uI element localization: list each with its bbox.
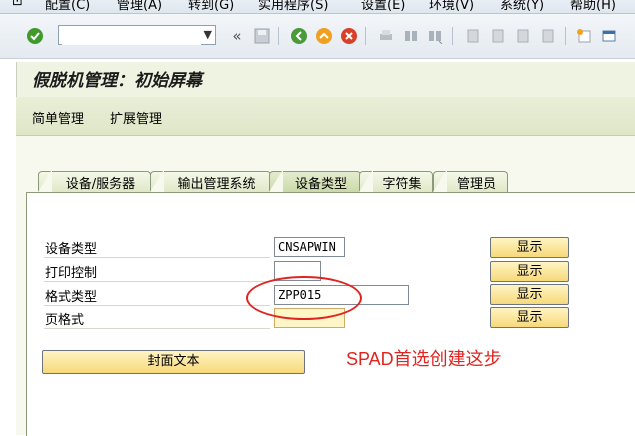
tab-label: 设备类型: [294, 176, 347, 192]
toolbar-separator: [452, 27, 453, 45]
format-type-label: 格式类型: [45, 290, 98, 305]
tab-label: 字符集: [382, 176, 422, 192]
menu-item-help[interactable]: 帮助(H): [570, 0, 616, 13]
simple-admin-button[interactable]: 简单管理: [32, 108, 84, 127]
row-divider: [44, 305, 270, 306]
show-print-control-button[interactable]: 显示: [490, 261, 569, 282]
last-page-icon[interactable]: [537, 25, 559, 47]
shortcut-icon[interactable]: [598, 25, 620, 47]
tab-character-set[interactable]: 字符集: [359, 171, 433, 192]
show-page-format-button[interactable]: 显示: [490, 307, 569, 328]
chevron-down-icon[interactable]: ▼: [204, 28, 212, 41]
prev-page-icon[interactable]: [487, 25, 509, 47]
show-format-type-button[interactable]: 显示: [490, 284, 569, 305]
application-toolbar: [16, 97, 635, 136]
tab-corner: [38, 171, 52, 192]
tab-corner: [433, 171, 447, 192]
highlight-oval: [246, 276, 362, 320]
tab-label: 管理员: [456, 176, 496, 192]
tab-administrator[interactable]: 管理员: [433, 171, 508, 192]
page-format-label: 页格式: [45, 313, 85, 328]
menu-bar: ⊡ 配置(C) 管理(A) 转到(G) 实用程序(S) 设置(E) 环境(V) …: [0, 0, 635, 14]
cover-text-button[interactable]: 封面文本: [42, 350, 305, 374]
show-device-type-button[interactable]: 显示: [490, 237, 569, 258]
row-divider: [44, 257, 270, 258]
tab-corner: [150, 171, 164, 192]
menu-item-settings[interactable]: 设置(E): [361, 0, 405, 13]
first-page-icon[interactable]: [462, 25, 484, 47]
tab-output-system[interactable]: 输出管理系统: [150, 171, 271, 192]
tab-corner: [359, 171, 373, 192]
command-field[interactable]: ▼: [58, 25, 216, 45]
tab-device-type[interactable]: 设备类型: [269, 171, 361, 192]
device-type-label: 设备类型: [45, 242, 98, 257]
save-icon[interactable]: [251, 25, 273, 47]
page-title: 假脱机管理：初始屏幕: [32, 71, 202, 91]
tab-label: 输出管理系统: [177, 176, 256, 192]
next-page-icon[interactable]: [512, 25, 534, 47]
row-divider: [44, 328, 270, 329]
menu-item-system[interactable]: 系统(Y): [500, 0, 544, 13]
menu-item-environment[interactable]: 环境(V): [429, 0, 474, 13]
menu-item-configure[interactable]: 配置(C): [45, 0, 90, 13]
back-icon[interactable]: [288, 25, 310, 47]
find-icon[interactable]: [400, 25, 422, 47]
annotation-text: SPAD首选创建这步: [346, 349, 502, 369]
menu-item-admin[interactable]: 管理(A): [117, 0, 162, 13]
print-icon[interactable]: [375, 25, 397, 47]
command-input[interactable]: [62, 27, 201, 45]
tab-device-server[interactable]: 设备/服务器: [38, 171, 151, 192]
history-arrow-icon[interactable]: «: [226, 25, 248, 47]
enter-icon[interactable]: [24, 25, 46, 47]
standard-toolbar: ▼ «: [0, 14, 635, 59]
extended-admin-button[interactable]: 扩展管理: [110, 108, 162, 127]
tab-corner: [269, 171, 283, 192]
toolbar-separator: [565, 27, 566, 45]
toolbar-separator: [365, 27, 366, 45]
tab-label: 设备/服务器: [65, 176, 136, 192]
create-session-icon[interactable]: [573, 25, 595, 47]
cancel-icon[interactable]: [338, 25, 360, 47]
exit-icon[interactable]: [313, 25, 335, 47]
print-control-label: 打印控制: [45, 266, 98, 281]
menu-item-icon[interactable]: ⊡: [12, 0, 23, 9]
row-divider: [44, 281, 270, 282]
menu-item-utilities[interactable]: 实用程序(S): [258, 0, 328, 13]
find-next-icon[interactable]: [424, 25, 446, 47]
device-type-field[interactable]: CNSAPWIN: [274, 237, 345, 257]
menu-item-goto[interactable]: 转到(G): [188, 0, 234, 13]
toolbar-separator: [278, 27, 279, 45]
